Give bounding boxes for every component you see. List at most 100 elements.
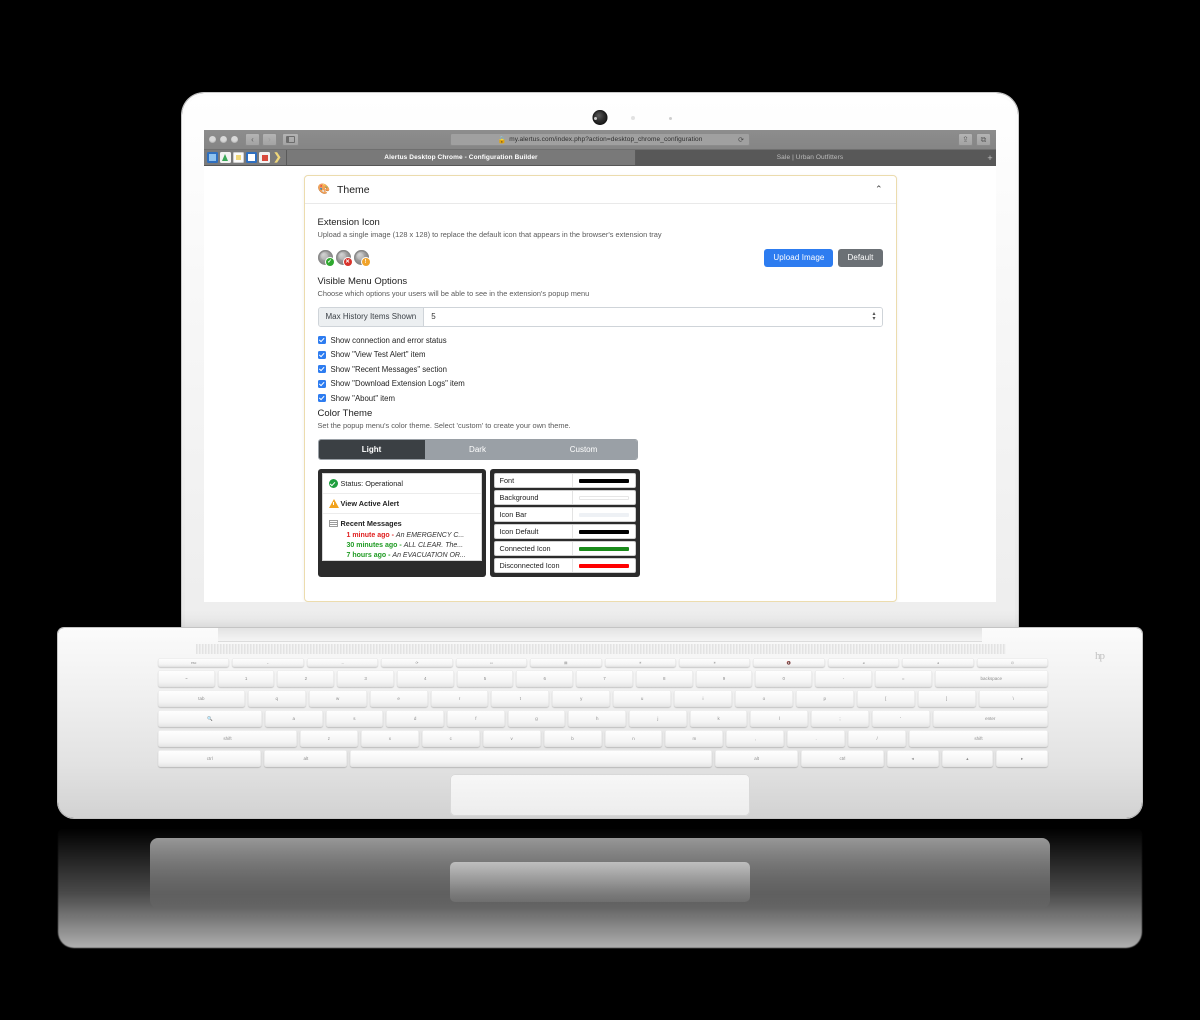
trackpad[interactable] [450, 774, 750, 816]
key-search[interactable]: 🔍 [158, 710, 262, 727]
navigation-buttons[interactable]: ‹ › [245, 133, 277, 146]
key-equals[interactable]: = [874, 670, 932, 687]
tab-urban-outfitters[interactable]: Sale | Urban Outfitters [635, 150, 984, 165]
key-tab[interactable]: tab [158, 690, 245, 707]
key-d[interactable]: d [386, 710, 444, 727]
key-space[interactable] [350, 750, 713, 767]
bookmark-note-icon[interactable] [233, 152, 244, 163]
max-history-input-group[interactable]: Max History Items Shown 5 ▴ ▾ [317, 306, 883, 327]
key-minus[interactable]: - [815, 670, 872, 687]
key-t[interactable]: t [491, 690, 550, 707]
bookmark-blue-icon[interactable] [207, 152, 218, 163]
chevron-up-icon[interactable]: ⌃ [875, 184, 883, 195]
key-x[interactable]: x [360, 730, 419, 747]
key-o[interactable]: o [734, 690, 793, 707]
bookmark-drive-icon[interactable] [220, 152, 231, 163]
key-back[interactable]: ← [232, 658, 304, 667]
key-alt-right[interactable]: alt [715, 750, 799, 767]
key-shift-left[interactable]: shift [158, 730, 297, 747]
key-9[interactable]: 9 [695, 670, 753, 687]
checkbox-row-download-logs[interactable]: Show "Download Extension Logs" item [317, 379, 883, 388]
key-period[interactable]: . [787, 730, 846, 747]
key-semicolon[interactable]: ; [811, 710, 869, 727]
swatch-row-icon-bar[interactable]: Icon Bar [493, 507, 636, 523]
icon-alert[interactable]: ! [353, 250, 370, 267]
key-arrow-right[interactable]: ▸ [996, 750, 1048, 767]
key-h[interactable]: h [568, 710, 627, 727]
key-shift-right[interactable]: shift [909, 730, 1048, 747]
theme-option-light[interactable]: Light [318, 440, 425, 460]
key-comma[interactable]: , [726, 730, 785, 747]
key-y[interactable]: y [552, 690, 611, 707]
key-alt-left[interactable]: alt [264, 750, 348, 767]
checkbox-icon[interactable] [317, 365, 326, 374]
key-ctrl-right[interactable]: ctrl [801, 750, 884, 767]
key-g[interactable]: g [507, 710, 566, 727]
key-4[interactable]: 4 [396, 670, 454, 687]
key-n[interactable]: n [604, 730, 663, 747]
bookmark-mail-icon[interactable] [259, 152, 270, 163]
bookmark-book-icon[interactable] [246, 152, 257, 163]
theme-card-header[interactable]: 🎨 Theme ⌃ [304, 176, 896, 204]
minimize-window-button[interactable] [220, 136, 227, 143]
checkbox-row-view-test-alert[interactable]: Show "View Test Alert" item [317, 350, 883, 359]
key-power[interactable]: ⏻ [976, 658, 1049, 667]
swatch-row-font[interactable]: Font [493, 473, 636, 489]
key-r[interactable]: r [430, 690, 489, 707]
checkbox-icon[interactable] [317, 336, 326, 345]
key-k[interactable]: k [689, 710, 748, 727]
share-icon[interactable]: ⇪ [958, 133, 973, 146]
checkbox-icon[interactable] [317, 350, 326, 359]
keyboard-row-bottom[interactable]: ctrl alt alt ctrl ◂ ▴ ▸ [158, 750, 1048, 767]
swatch-row-icon-default[interactable]: Icon Default [493, 524, 636, 540]
key-m[interactable]: m [665, 730, 724, 747]
close-window-button[interactable] [209, 136, 216, 143]
reload-icon[interactable]: ⟳ [738, 136, 744, 144]
back-arrow-icon[interactable]: ‹ [245, 133, 260, 146]
key-reload[interactable]: ⟳ [381, 658, 453, 667]
swatch-color-background[interactable] [578, 495, 629, 500]
keyboard-row-qwerty[interactable]: tab q w e r t y u i o p [ ] \ [158, 690, 1048, 707]
icon-disconnected[interactable]: ✕ [335, 250, 352, 267]
key-0[interactable]: 0 [755, 670, 813, 687]
tabs-overview-icon[interactable]: ⧉ [976, 133, 991, 146]
key-f[interactable]: f [446, 710, 505, 727]
key-enter[interactable]: enter [932, 710, 1048, 727]
key-i[interactable]: i [674, 690, 732, 707]
key-6[interactable]: 6 [516, 670, 574, 687]
address-bar[interactable]: 🔒 my.alertus.com/index.php?action=deskto… [450, 133, 750, 146]
key-c[interactable]: c [421, 730, 480, 747]
key-mute[interactable]: 🔇 [753, 658, 825, 667]
theme-option-custom[interactable]: Custom [530, 440, 637, 460]
key-ctrl-left[interactable]: ctrl [158, 750, 262, 767]
swatch-row-connected-icon[interactable]: Connected Icon [493, 541, 636, 557]
key-j[interactable]: j [629, 710, 687, 727]
key-arrow-updown[interactable]: ▴ [941, 750, 994, 767]
default-button[interactable]: Default [838, 248, 883, 267]
key-w[interactable]: w [308, 690, 367, 707]
key-q[interactable]: q [247, 690, 306, 707]
key-z[interactable]: z [299, 730, 358, 747]
keyboard-row-shift[interactable]: shift z x c v b n m , . / shift [158, 730, 1048, 747]
key-forward[interactable]: → [306, 658, 379, 667]
upload-image-button[interactable]: Upload Image [764, 248, 834, 267]
key-quote[interactable]: ' [871, 710, 930, 727]
key-a[interactable]: a [264, 710, 323, 727]
stepper-icon[interactable]: ▴ ▾ [872, 311, 875, 323]
key-v[interactable]: v [482, 730, 541, 747]
theme-segmented-control[interactable]: Light Dark Custom [317, 439, 638, 461]
toolbar-right-buttons[interactable]: ⇪ ⧉ [958, 133, 991, 146]
key-slash[interactable]: / [848, 730, 907, 747]
key-bracket-right[interactable]: ] [917, 690, 976, 707]
swatch-color-disconnected[interactable] [578, 563, 629, 568]
key-esc[interactable]: esc [158, 658, 230, 667]
sidebar-toggle-icon[interactable] [282, 133, 299, 146]
key-l[interactable]: l [750, 710, 809, 727]
key-backtick[interactable]: ~ [158, 670, 215, 687]
swatch-color-connected[interactable] [578, 546, 629, 551]
key-brightness-down[interactable]: ☀ [604, 658, 676, 667]
checkbox-row-about[interactable]: Show "About" item [317, 394, 883, 403]
key-2[interactable]: 2 [277, 670, 335, 687]
checkbox-row-connection-status[interactable]: Show connection and error status [317, 336, 883, 345]
key-backslash[interactable]: \ [978, 690, 1048, 707]
